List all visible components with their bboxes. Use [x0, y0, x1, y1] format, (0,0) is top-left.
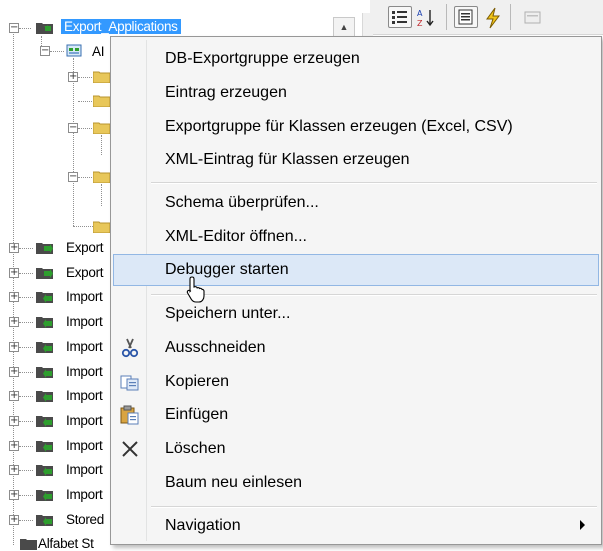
import-folder-icon: [36, 317, 53, 328]
menu-item-label: DB-Exportgruppe erzeugen: [165, 50, 360, 67]
tree-node-label[interactable]: Import: [66, 364, 103, 379]
expand-toggle[interactable]: +: [68, 72, 78, 82]
export-folder-icon: [36, 268, 53, 279]
import-folder-icon: [36, 441, 53, 452]
menu-item-ausschneiden[interactable]: Ausschneiden: [113, 332, 599, 364]
svg-text:A: A: [417, 9, 423, 18]
import-folder-icon: [36, 490, 53, 501]
scroll-up-button[interactable]: ▲: [333, 17, 355, 38]
categorized-view-button[interactable]: [388, 6, 412, 28]
menu-item-label: Eintrag erzeugen: [165, 84, 287, 101]
import-folder-icon: [36, 416, 53, 427]
menu-item-navigation[interactable]: Navigation: [113, 510, 599, 542]
collapse-toggle[interactable]: −: [68, 123, 78, 133]
menu-item-label: XML-Editor öffnen...: [165, 228, 307, 245]
tree-node-label[interactable]: Export: [66, 240, 104, 255]
import-folder-icon: [36, 465, 53, 476]
tree-node-label[interactable]: Import: [66, 388, 103, 403]
toolbar: AZ: [370, 0, 603, 35]
expand-toggle[interactable]: +: [9, 391, 19, 401]
menu-item-label: Kopieren: [165, 373, 230, 390]
folder-icon: [20, 539, 37, 550]
menu-item-schema-ueberpruefen[interactable]: Schema überprüfen...: [113, 187, 599, 219]
expand-toggle[interactable]: +: [9, 243, 19, 253]
tree-child-label[interactable]: AI: [92, 44, 104, 59]
expand-toggle[interactable]: +: [9, 342, 19, 352]
tree-node-label[interactable]: Alfabet St: [38, 536, 94, 551]
collapse-toggle[interactable]: −: [9, 23, 19, 33]
tree-node-label[interactable]: Export: [66, 265, 104, 280]
folder-icon: [93, 171, 110, 183]
menu-separator: [151, 506, 597, 508]
menu-item-label: Exportgruppe für Klassen erzeugen (Excel…: [165, 118, 513, 135]
folder-icon: [93, 71, 110, 83]
menu-item-label: Speichern unter...: [165, 305, 291, 322]
folder-icon: [93, 95, 110, 107]
expand-toggle[interactable]: +: [9, 465, 19, 475]
expand-toggle[interactable]: +: [9, 317, 19, 327]
delete-icon: [122, 441, 138, 457]
application-icon: [66, 44, 82, 57]
menu-separator: [151, 182, 597, 184]
import-folder-icon: [36, 292, 53, 303]
svg-text:Z: Z: [417, 19, 423, 28]
menu-item-xml-editor-oeffnen[interactable]: XML-Editor öffnen...: [113, 221, 599, 253]
expand-toggle[interactable]: +: [9, 490, 19, 500]
menu-item-kopieren[interactable]: Kopieren: [113, 366, 599, 398]
collapse-toggle[interactable]: −: [40, 46, 50, 56]
menu-separator: [151, 294, 597, 296]
collapse-toggle[interactable]: −: [68, 172, 78, 182]
menu-item-label: Schema überprüfen...: [165, 194, 319, 211]
menu-item-label: Navigation: [165, 517, 241, 534]
folder-icon: [93, 122, 110, 134]
menu-item-baum-neu-einlesen[interactable]: Baum neu einlesen: [113, 467, 599, 499]
import-folder-icon: [36, 515, 53, 526]
tree-node-label[interactable]: Import: [66, 314, 103, 329]
disabled-toolbar-button[interactable]: [520, 6, 544, 28]
tree-node-label[interactable]: Stored: [66, 512, 104, 527]
property-pages-button[interactable]: [454, 6, 478, 28]
menu-item-label: XML-Eintrag für Klassen erzeugen: [165, 151, 410, 168]
scissors-icon: [121, 338, 139, 358]
export-folder-icon: [36, 23, 53, 34]
expand-toggle[interactable]: +: [9, 515, 19, 525]
menu-item-label: Baum neu einlesen: [165, 474, 302, 491]
menu-item-speichern-unter[interactable]: Speichern unter...: [113, 298, 599, 330]
import-folder-icon: [36, 342, 53, 353]
tree-node-label[interactable]: Import: [66, 339, 103, 354]
menu-item-label: Debugger starten: [165, 261, 289, 278]
events-button[interactable]: [480, 6, 504, 29]
tree-node-label[interactable]: Import: [66, 462, 103, 477]
menu-item-einfuegen[interactable]: Einfügen: [113, 399, 599, 431]
sort-az-button[interactable]: AZ: [414, 6, 438, 28]
folder-icon: [93, 221, 110, 233]
paste-icon: [120, 405, 139, 425]
menu-item-eintrag-erzeugen[interactable]: Eintrag erzeugen: [113, 77, 599, 109]
tree-node-label[interactable]: Import: [66, 487, 103, 502]
copy-icon: [120, 375, 139, 391]
menu-item-xml-eintrag-klassen[interactable]: XML-Eintrag für Klassen erzeugen: [113, 144, 599, 176]
menu-item-label: Einfügen: [165, 406, 229, 423]
menu-item-debugger-starten[interactable]: Debugger starten: [113, 254, 599, 286]
export-folder-icon: [36, 243, 53, 254]
tree-node-label[interactable]: Import: [66, 438, 103, 453]
menu-item-db-exportgruppe-erzeugen[interactable]: DB-Exportgruppe erzeugen: [113, 43, 599, 75]
tree-node-label[interactable]: Import: [66, 289, 103, 304]
tree-node-label[interactable]: Import: [66, 413, 103, 428]
expand-toggle[interactable]: +: [9, 268, 19, 278]
menu-item-label: Löschen: [165, 440, 226, 457]
menu-item-label: Ausschneiden: [165, 339, 266, 356]
import-folder-icon: [36, 391, 53, 402]
submenu-arrow-icon: [580, 520, 585, 530]
expand-toggle[interactable]: +: [9, 367, 19, 377]
import-folder-icon: [36, 367, 53, 378]
context-menu: DB-Exportgruppe erzeugen Eintrag erzeuge…: [110, 36, 602, 545]
menu-item-loeschen[interactable]: Löschen: [113, 433, 599, 465]
menu-item-exportgruppe-klassen[interactable]: Exportgruppe für Klassen erzeugen (Excel…: [113, 111, 599, 143]
expand-toggle[interactable]: +: [9, 416, 19, 426]
expand-toggle[interactable]: +: [9, 441, 19, 451]
expand-toggle[interactable]: +: [9, 292, 19, 302]
tree-root-label[interactable]: Export_Applications: [61, 19, 181, 34]
